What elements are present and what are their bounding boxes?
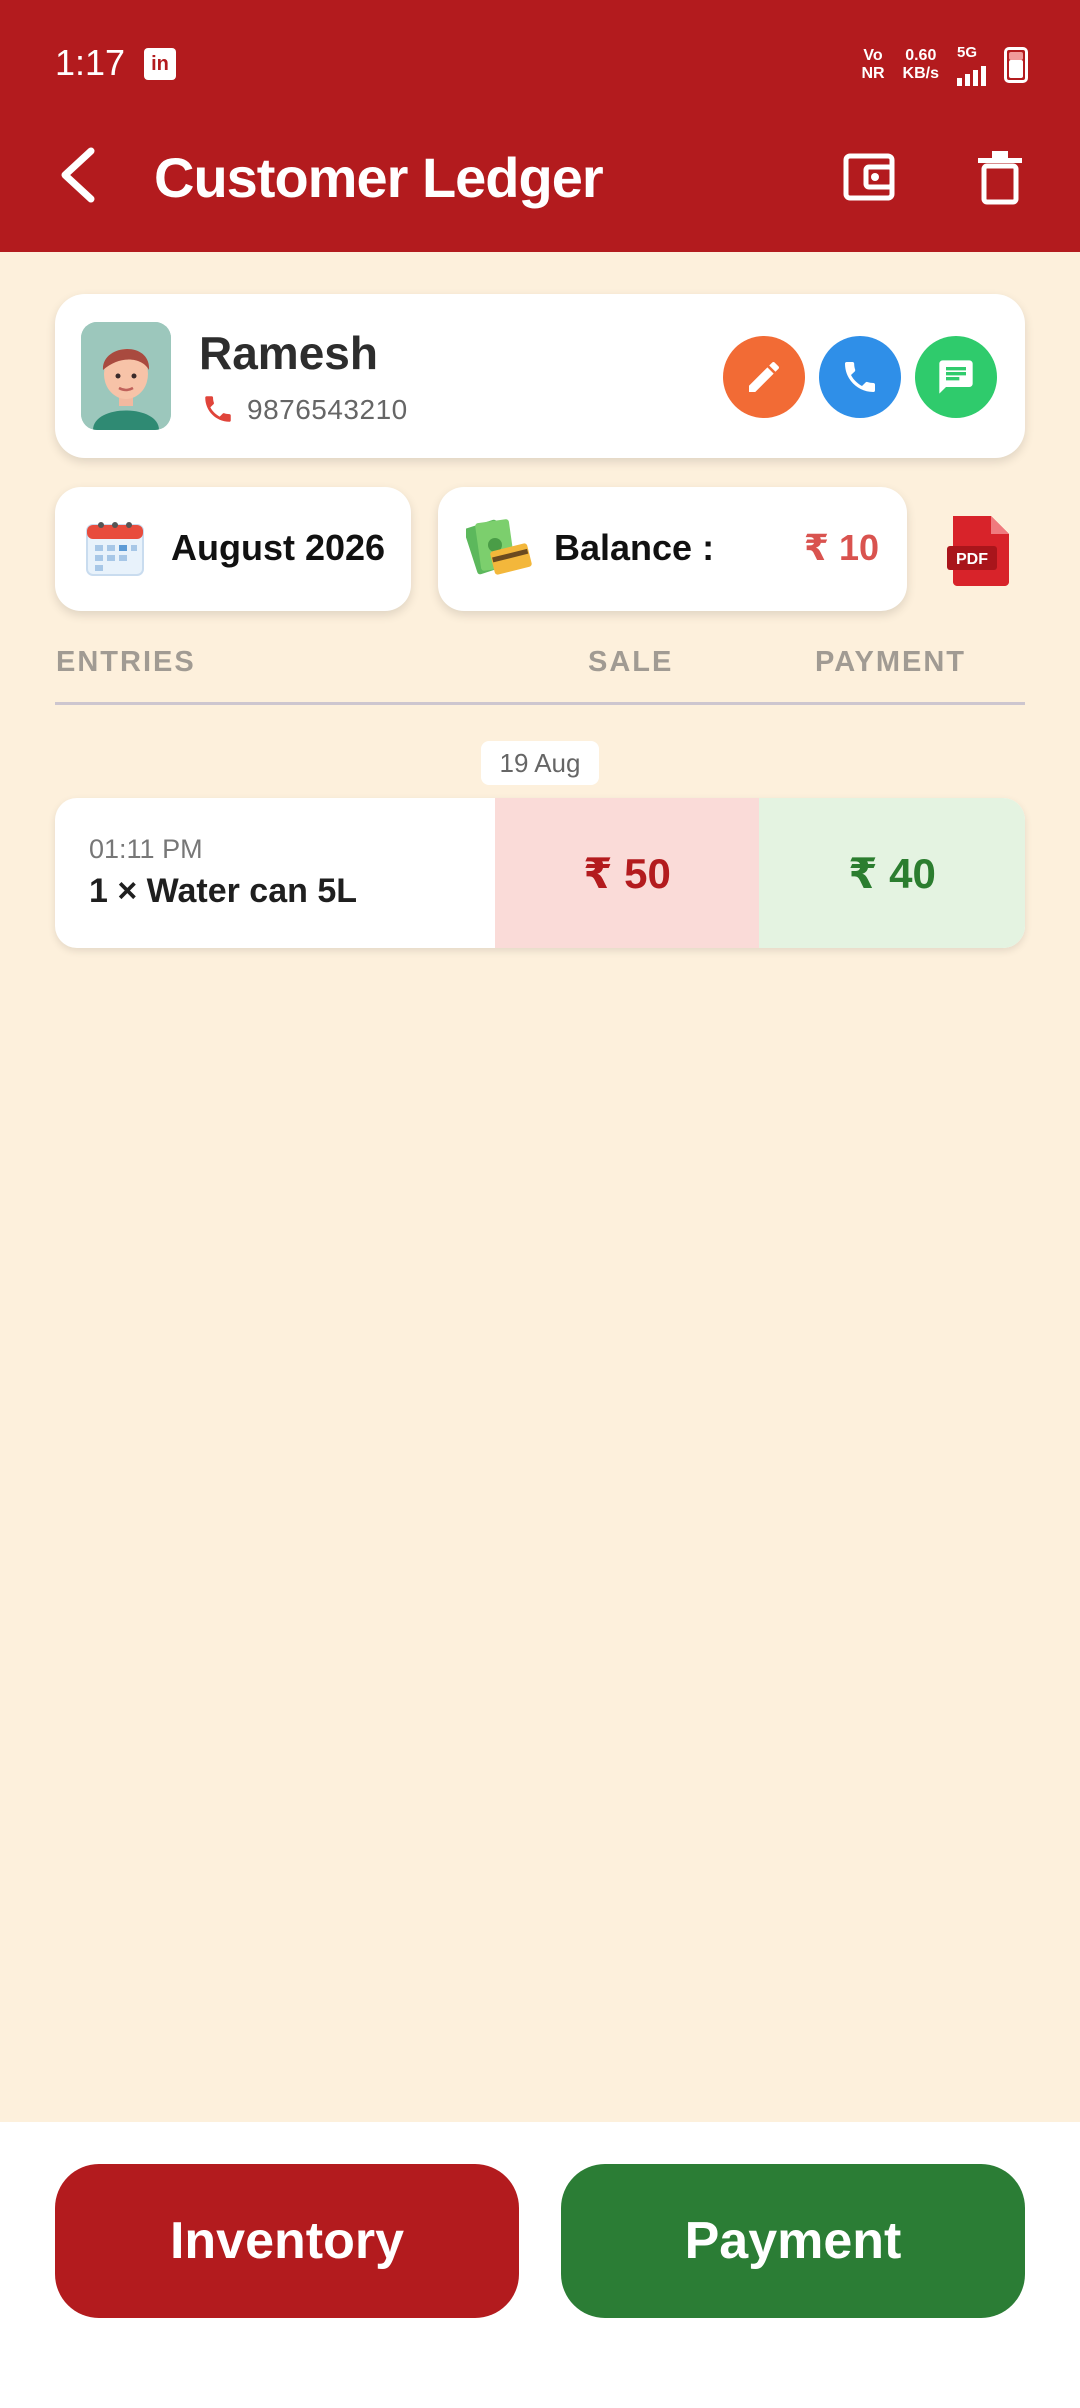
balance-card: Balance : ₹ 10 <box>438 487 907 611</box>
message-customer-button[interactable] <box>915 336 997 418</box>
signal-icon: 5G <box>957 44 986 86</box>
network-label: Vo NR <box>861 47 885 82</box>
status-time: 1:17 <box>55 42 126 83</box>
entry-sale-amount: ₹ 50 <box>495 798 759 948</box>
status-indicators: Vo NR 0.60 KB/s 5G <box>861 44 1028 86</box>
wallet-icon <box>843 153 895 201</box>
customer-card: Ramesh 9876543210 <box>55 294 1025 458</box>
pdf-icon: PDF <box>947 516 1009 586</box>
page-title: Customer Ledger <box>154 146 604 209</box>
customer-phone: 9876543210 <box>247 394 408 425</box>
back-icon <box>61 147 95 203</box>
svg-text:PDF: PDF <box>956 551 988 568</box>
trash-icon <box>978 151 1022 205</box>
speed-indicator: 0.60 KB/s <box>902 47 939 82</box>
call-icon <box>845 362 875 392</box>
customer-name: Ramesh <box>199 327 378 379</box>
back-button[interactable] <box>55 145 103 205</box>
balance-value: ₹ 10 <box>803 527 879 568</box>
payment-column-header: PAYMENT <box>815 646 966 678</box>
edit-customer-button[interactable] <box>723 336 805 418</box>
entry-time: 01:11 PM <box>89 834 203 864</box>
app-header: 1:17 in Vo NR 0.60 KB/s 5G Customer Ledg… <box>0 0 1080 252</box>
wallet-button[interactable] <box>842 150 896 204</box>
date-chip: 19 Aug <box>481 741 599 785</box>
sale-column-header: SALE <box>588 646 674 678</box>
entry-item: 1 × Water can 5L <box>89 872 358 910</box>
header-divider <box>55 702 1025 705</box>
battery-icon <box>1004 47 1028 83</box>
pdf-export-button[interactable]: PDF <box>945 512 1015 588</box>
month-label: August 2026 <box>171 527 386 568</box>
avatar <box>81 322 171 430</box>
payment-button[interactable]: Payment <box>561 2164 1025 2318</box>
delete-button[interactable] <box>976 150 1024 206</box>
balance-label: Balance : <box>554 527 715 568</box>
money-card-icon <box>464 517 532 579</box>
linkedin-icon: in <box>144 48 176 80</box>
pencil-icon <box>749 362 779 392</box>
avatar-icon <box>81 322 171 430</box>
month-selector[interactable]: August 2026 <box>55 487 411 611</box>
ledger-entry-row[interactable]: 01:11 PM 1 × Water can 5L ₹ 50 ₹ 40 <box>55 798 1025 948</box>
inventory-button[interactable]: Inventory <box>55 2164 519 2318</box>
phone-icon <box>201 392 235 426</box>
entries-column-header: ENTRIES <box>56 646 196 678</box>
call-customer-button[interactable] <box>819 336 901 418</box>
chat-icon <box>939 360 973 394</box>
calendar-icon <box>85 517 145 577</box>
entry-payment-amount: ₹ 40 <box>759 798 1025 948</box>
